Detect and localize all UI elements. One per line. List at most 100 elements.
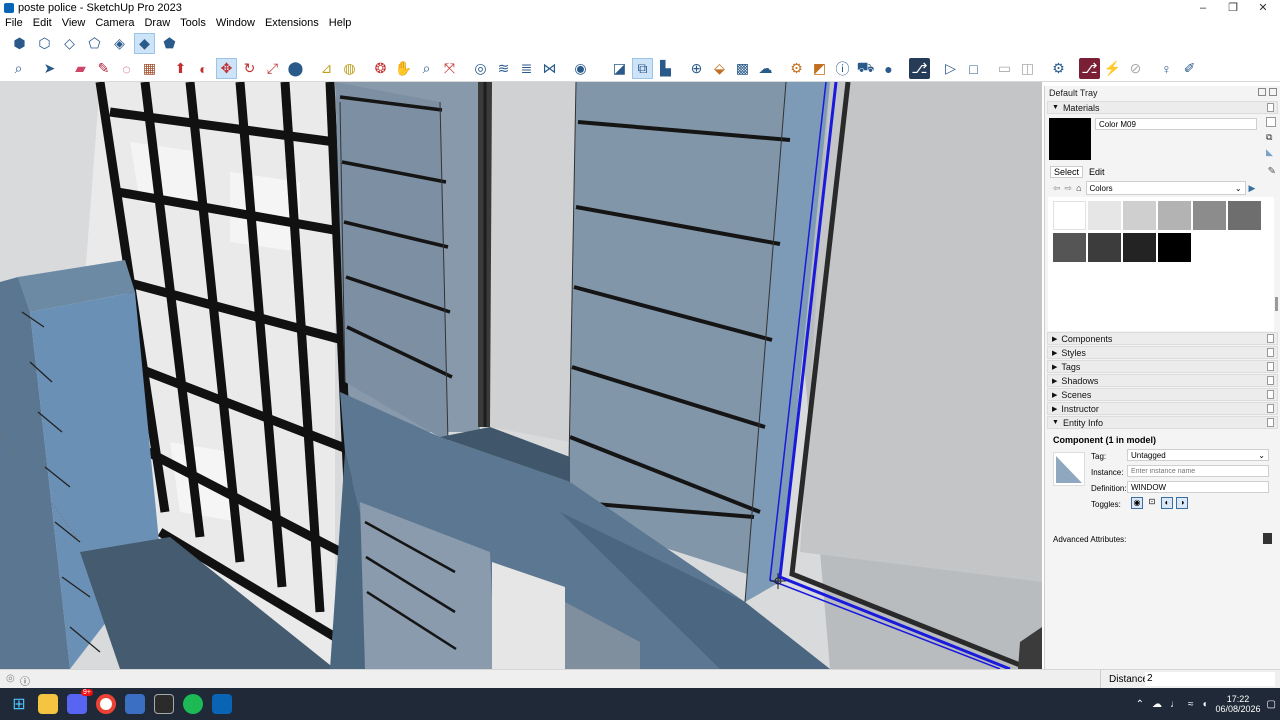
definition-field[interactable]: WINDOW [1127,481,1269,493]
material-name-field[interactable]: Color M09 [1095,118,1257,130]
panel-close-icon[interactable] [1267,418,1274,427]
rectangle-tool-icon[interactable]: ▦ [139,58,160,79]
intersect-icon[interactable]: ▙ [655,58,676,79]
outer-shell-icon[interactable]: ⧉ [632,58,653,79]
clock[interactable]: 17:22 06/08/2026 [1216,694,1261,714]
follow-me-tool-icon[interactable]: ⬤ [285,58,306,79]
sandbox-contours-icon[interactable]: ≋ [493,58,514,79]
snipping-tool-icon[interactable] [154,694,174,714]
styles-panel-header[interactable]: ▶ Styles [1047,346,1278,359]
lightning-icon[interactable]: ⚡ [1102,58,1123,79]
account-icon[interactable]: ◉ [570,58,591,79]
zoom-extents-icon[interactable]: ⤧ [439,58,460,79]
sandbox-scratch-icon[interactable]: ≣ [516,58,537,79]
info-circle-icon[interactable]: ⓘ [20,673,30,688]
windows-start-icon[interactable]: ⊞ [9,694,29,714]
sandbox-smoove-icon[interactable]: ⋈ [539,58,560,79]
tags-panel-header[interactable]: ▶ Tags [1047,360,1278,373]
tab-select[interactable]: Select [1050,166,1084,178]
volume-icon[interactable]: ◖ [1201,699,1207,710]
swatch-item[interactable] [1193,201,1226,230]
rotate-tool-icon[interactable]: ↻ [239,58,260,79]
plugin-logo-icon[interactable]: ⎇ [1079,58,1100,79]
close-button[interactable]: ✕ [1248,0,1278,15]
3d-warehouse-icon[interactable]: ⬙ [709,58,730,79]
wifi-icon[interactable]: ≈ [1188,699,1194,710]
onedrive-icon[interactable]: ☁ [1152,699,1162,710]
tab-edit[interactable]: Edit [1086,167,1108,177]
forward-icon[interactable]: ⇨ [1065,183,1073,194]
swatch-item[interactable] [1053,201,1086,230]
menu-edit[interactable]: Edit [28,17,57,29]
menu-draw[interactable]: Draw [139,17,175,29]
zoom-tool-icon[interactable]: ⌕ [416,58,437,79]
materials-panel-header[interactable]: ▼ Materials [1047,101,1278,114]
tray-pin-icon[interactable] [1258,88,1266,96]
chevron-up-icon[interactable]: ⌃ [1136,699,1144,710]
line-tool-icon[interactable]: ✎ [93,58,114,79]
lock-toggle-icon[interactable]: ⊡ [1146,497,1158,509]
cast-shadows-toggle-icon[interactable]: ◑ [1176,497,1188,509]
current-material-swatch[interactable] [1049,118,1091,160]
swatch-item[interactable] [1158,233,1191,262]
menu-help[interactable]: Help [324,17,357,29]
pencil-icon[interactable]: ✐ [1179,58,1200,79]
extension-warehouse-icon[interactable]: ▩ [732,58,753,79]
menu-tools[interactable]: Tools [175,17,211,29]
panel-close-icon[interactable] [1267,348,1274,357]
menu-view[interactable]: View [57,17,91,29]
extension-launch-icon[interactable]: ⎇ [909,58,930,79]
hidden-line-style-icon[interactable]: ⬠ [84,33,105,54]
eraser-tool-icon[interactable]: ▰ [70,58,91,79]
move-tool-icon[interactable]: ✥ [216,58,237,79]
remote-desktop-icon[interactable] [125,694,145,714]
menu-extensions[interactable]: Extensions [260,17,324,29]
create-material-icon[interactable] [1266,117,1276,127]
chrome-icon[interactable] [96,694,116,714]
eyedropper-icon[interactable]: ✎ [1268,166,1276,177]
panel-close-icon[interactable] [1267,334,1274,343]
settings-icon[interactable]: ⚙ [1048,58,1069,79]
drawing-viewport[interactable] [0,82,1042,669]
maximize-button[interactable]: ❐ [1218,0,1248,15]
orbit-tool-icon[interactable]: ❂ [370,58,391,79]
push-pull-tool-icon[interactable]: ⬆ [170,58,191,79]
receive-shadows-toggle-icon[interactable]: ◐ [1161,497,1173,509]
swatch-item[interactable] [1158,201,1191,230]
file-explorer-icon[interactable] [38,694,58,714]
notifications-icon[interactable]: ▢ [1267,699,1276,710]
pan-tool-icon[interactable]: ✋ [393,58,414,79]
monochrome-style-icon[interactable]: ⬟ [159,33,180,54]
extension-manager-icon[interactable]: ⚙ [786,58,807,79]
collection-select[interactable]: Colors ⌄ [1085,181,1246,195]
details-arrow-icon[interactable]: ▶ [1249,183,1256,194]
select-tool-icon[interactable]: ➤ [39,58,60,79]
panel-close-icon[interactable] [1267,390,1274,399]
lightbulb-icon[interactable]: ♀ [1156,58,1177,79]
panel-close-icon[interactable] [1267,376,1274,385]
video-icon[interactable]: ◫ [1017,58,1038,79]
display-secondary-icon[interactable]: ⧉ [1266,132,1276,142]
shaded-textures-style-icon[interactable]: ◆ [134,32,155,54]
instance-name-input[interactable] [1127,465,1269,477]
minimize-button[interactable]: – [1188,0,1218,15]
stop-icon[interactable]: □ [963,58,984,79]
back-edges-style-icon[interactable]: ⬡ [34,33,55,54]
microphone-icon[interactable]: ♩ [1170,699,1180,710]
play-icon[interactable]: ▷ [940,58,961,79]
solid-tools-icon[interactable]: ◪ [609,58,630,79]
shadows-panel-header[interactable]: ▶ Shadows [1047,374,1278,387]
measurement-input[interactable]: 2 [1145,672,1275,686]
swatch-item[interactable] [1088,233,1121,262]
scale-tool-icon[interactable]: ⤢ [262,58,283,79]
info-icon[interactable]: ⓘ [832,58,853,79]
swatch-item[interactable] [1123,201,1156,230]
tray-close-icon[interactable] [1269,88,1277,96]
spotify-icon[interactable] [183,694,203,714]
tape-measure-tool-icon[interactable]: ⊿ [316,58,337,79]
profile-icon[interactable]: ● [878,58,899,79]
shaded-style-icon[interactable]: ◈ [109,33,130,54]
discord-icon[interactable]: 9+ [67,689,93,714]
xray-style-icon[interactable]: ⬢ [9,33,30,54]
components-panel-header[interactable]: ▶ Components [1047,332,1278,345]
